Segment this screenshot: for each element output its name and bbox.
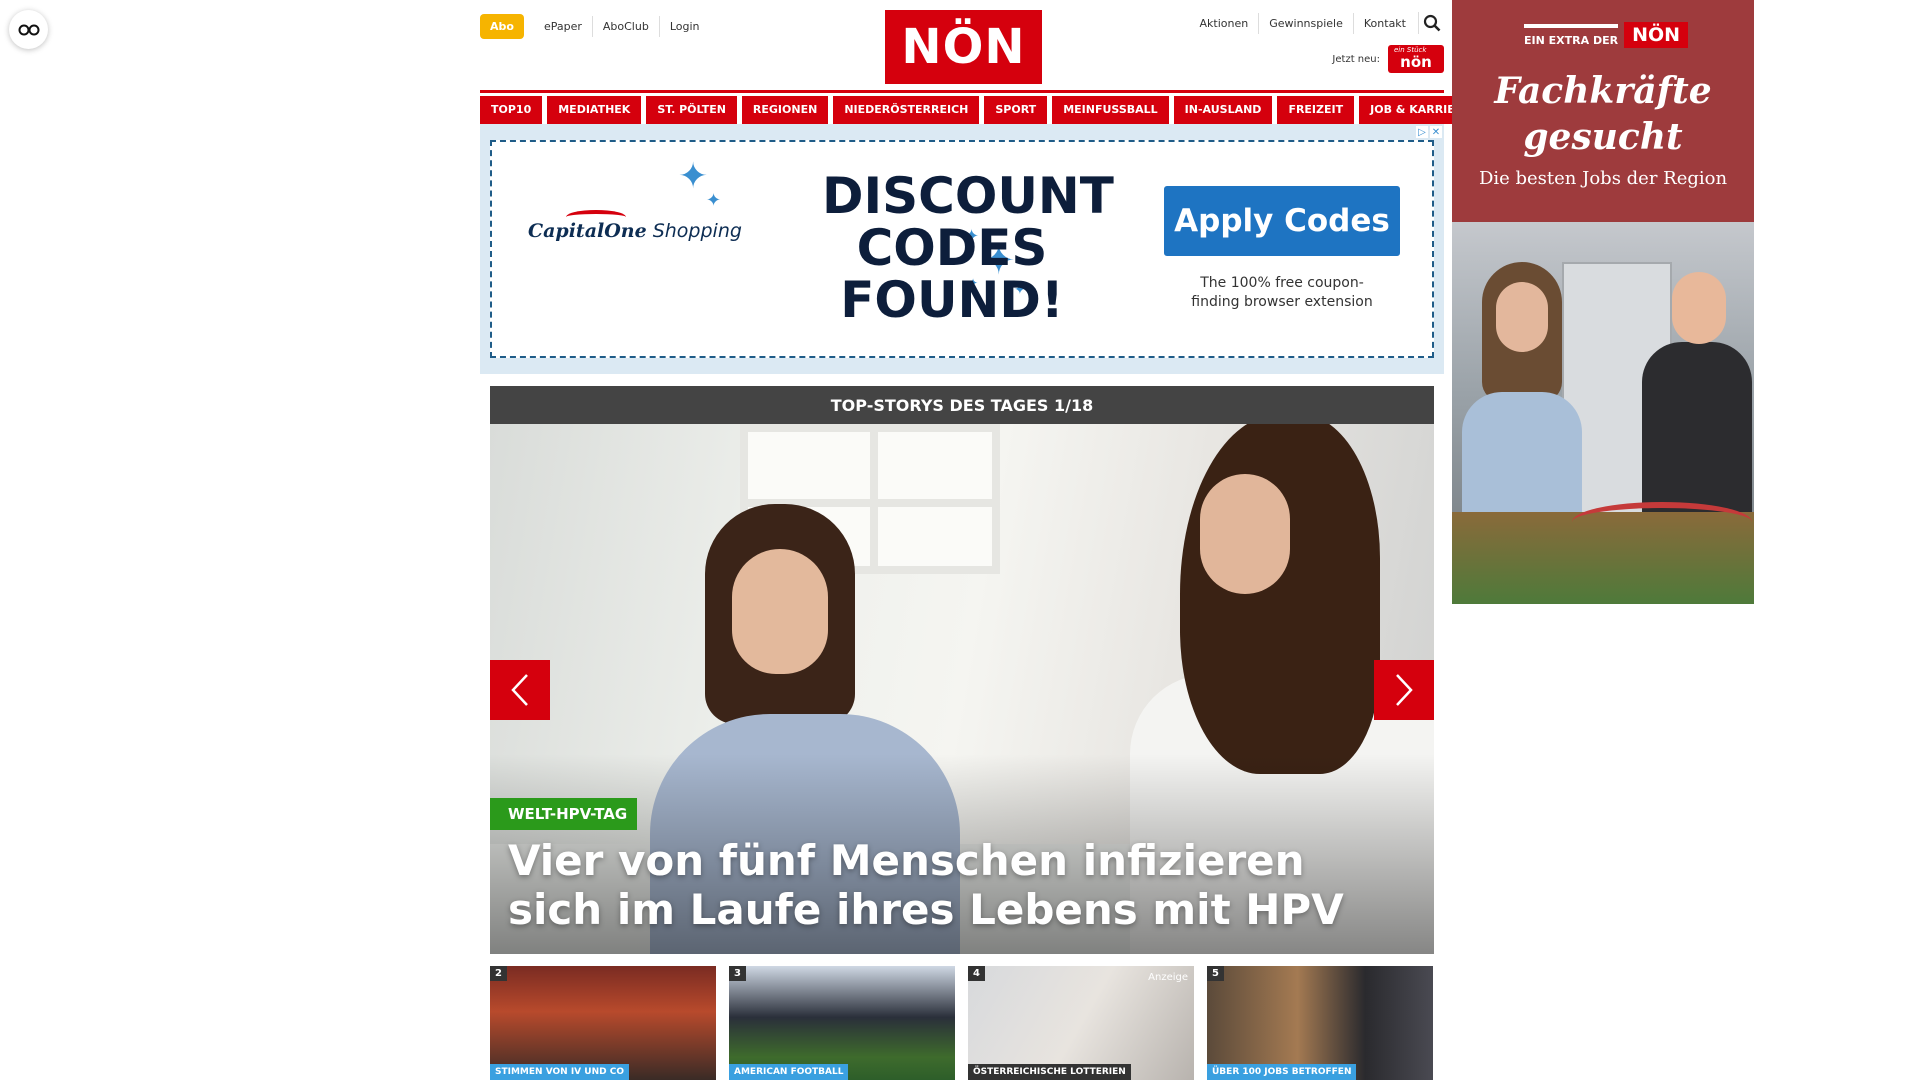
story-category: STIMMEN VON IV UND CO xyxy=(490,1064,629,1080)
carousel-prev-button[interactable] xyxy=(490,660,550,720)
skyscraper-headline: Fachkräfte gesucht xyxy=(1494,70,1712,158)
account-links: Abo ePaper AboClub Login xyxy=(480,14,710,39)
skyscraper-ad[interactable]: EIN EXTRA DER NÖN Fachkräfte gesucht Die… xyxy=(1452,0,1754,604)
ad-info-icon[interactable]: ▷ xyxy=(1416,126,1428,138)
aboclub-link[interactable]: AboClub xyxy=(591,16,659,37)
ad-subtext: The 100% free coupon- finding browser ex… xyxy=(1191,275,1373,310)
login-link[interactable]: Login xyxy=(658,16,710,37)
nav-item-sport[interactable]: SPORT xyxy=(984,96,1048,124)
story-thumb[interactable]: 3 AMERICAN FOOTBALL xyxy=(729,966,955,1080)
ad-choices[interactable]: ▷ ✕ xyxy=(1416,126,1442,138)
nav-item-mediathek[interactable]: MEDIATHEK xyxy=(547,96,642,124)
site-container: Abo ePaper AboClub Login NÖN Aktionen Ge… xyxy=(480,0,1482,1080)
chevron-right-icon xyxy=(1396,674,1413,706)
nav-item-meinfussball[interactable]: MEINFUSSBALL xyxy=(1052,96,1169,124)
search-icon[interactable] xyxy=(1418,12,1444,34)
epaper-link[interactable]: ePaper xyxy=(534,16,592,37)
story-number: 5 xyxy=(1207,966,1224,981)
ad-frame: CapitalOne Shopping ✦ ✦ ✦ ✦ ✦ ✦ DISCOUNT… xyxy=(490,140,1434,358)
story-category: ÜBER 100 JOBS BETROFFEN xyxy=(1207,1064,1357,1080)
mini-logo: ein Stück nön xyxy=(1388,45,1444,73)
story-number: 2 xyxy=(490,966,507,981)
extra-der-label: EIN EXTRA DER NÖN xyxy=(1524,22,1689,48)
service-links: Aktionen Gewinnspiele Kontakt xyxy=(1190,12,1444,34)
story-thumb[interactable]: 5 ÜBER 100 JOBS BETROFFEN xyxy=(1207,966,1433,1080)
skyscraper-subline: Die besten Jobs der Region xyxy=(1478,168,1728,189)
jetzt-neu-promo[interactable]: Jetzt neu: ein Stück nön xyxy=(1332,45,1444,73)
noen-logo: NÖN xyxy=(1624,22,1689,48)
story-thumbnails: 2 STIMMEN VON IV UND CO 3 AMERICAN FOOTB… xyxy=(490,966,1434,1080)
nav-item-niederoesterreich[interactable]: NIEDERÖSTERREICH xyxy=(833,96,980,124)
abo-button[interactable]: Abo xyxy=(480,14,524,39)
story-number: 3 xyxy=(729,966,746,981)
top-stories-heading: TOP-STORYS DES TAGES 1/18 xyxy=(490,386,1434,424)
gewinnspiele-link[interactable]: Gewinnspiele xyxy=(1258,12,1353,34)
top-stories: TOP-STORYS DES TAGES 1/18 WELT-HPV-TAG V… xyxy=(490,386,1434,954)
nav-item-top10[interactable]: TOP10 xyxy=(480,96,543,124)
apply-codes-button[interactable]: Apply Codes xyxy=(1164,186,1400,256)
ad-brand-logo: CapitalOne Shopping xyxy=(528,210,742,242)
ad-headline: DISCOUNT CODES FOUND! xyxy=(822,167,1114,329)
chevron-left-icon xyxy=(511,674,528,706)
sparkle-icon: ✦ xyxy=(678,156,709,197)
nav-item-freizeit[interactable]: FREIZEIT xyxy=(1277,96,1355,124)
sparkle-icon: ✦ xyxy=(706,190,722,211)
ad-close-icon[interactable]: ✕ xyxy=(1430,126,1442,138)
story-category: AMERICAN FOOTBALL xyxy=(729,1064,849,1080)
skyscraper-photo xyxy=(1452,222,1754,604)
hero-story[interactable]: WELT-HPV-TAG Vier von fünf Menschen infi… xyxy=(490,424,1434,954)
main-nav: TOP10 MEDIATHEK ST. PÖLTEN REGIONEN NIED… xyxy=(480,90,1482,124)
banner-ad[interactable]: ▷ ✕ CapitalOne Shopping ✦ ✦ ✦ ✦ ✦ ✦ DISC… xyxy=(480,124,1444,374)
glasses-icon xyxy=(18,24,39,35)
nav-item-regionen[interactable]: REGIONEN xyxy=(741,96,829,124)
carousel-next-button[interactable] xyxy=(1374,660,1434,720)
skyscraper-ad-header: EIN EXTRA DER NÖN Fachkräfte gesucht Die… xyxy=(1452,0,1754,220)
hero-category-badge[interactable]: WELT-HPV-TAG xyxy=(490,798,638,830)
story-thumb[interactable]: 2 STIMMEN VON IV UND CO xyxy=(490,966,716,1080)
top-bar: Abo ePaper AboClub Login NÖN Aktionen Ge… xyxy=(480,0,1444,90)
sponsored-label: Anzeige xyxy=(1148,972,1188,983)
story-thumb[interactable]: 4 Anzeige ÖSTERREICHISCHE LOTTERIEN xyxy=(968,966,1194,1080)
nav-item-st-poelten[interactable]: ST. PÖLTEN xyxy=(646,96,737,124)
story-number: 4 xyxy=(968,966,985,981)
aktionen-link[interactable]: Aktionen xyxy=(1190,13,1259,34)
hero-headline[interactable]: Vier von fünf Menschen infizieren sich i… xyxy=(508,836,1408,934)
kontakt-link[interactable]: Kontakt xyxy=(1352,12,1416,34)
jetzt-neu-label: Jetzt neu: xyxy=(1332,53,1380,65)
site-logo[interactable]: NÖN xyxy=(885,10,1042,84)
reader-mode-button[interactable] xyxy=(9,10,48,49)
story-category: ÖSTERREICHISCHE LOTTERIEN xyxy=(968,1064,1131,1080)
nav-item-in-ausland[interactable]: IN-AUSLAND xyxy=(1173,96,1273,124)
